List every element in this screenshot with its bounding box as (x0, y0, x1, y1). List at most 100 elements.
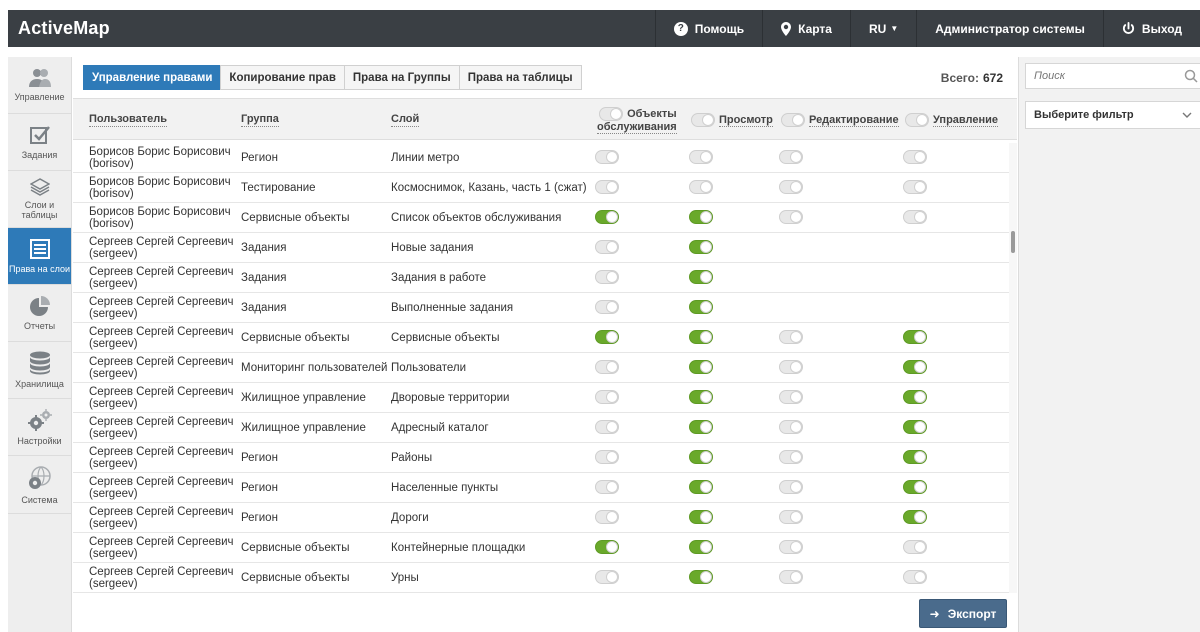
help-button[interactable]: ? Помощь (654, 10, 762, 47)
logout-button[interactable]: Выход (1102, 10, 1200, 47)
edit-toggle[interactable] (779, 210, 803, 224)
sidebar-item-settings[interactable]: Настройки (8, 399, 71, 456)
layer-cell: Дворовые территории (391, 391, 510, 404)
manage-toggle[interactable] (903, 450, 927, 464)
view-toggle[interactable] (689, 180, 713, 194)
view-toggle[interactable] (689, 150, 713, 164)
service-objects-toggle[interactable] (595, 270, 619, 284)
group-cell: Сервисные объекты (241, 331, 350, 344)
manage-toggle[interactable] (903, 330, 927, 344)
service-objects-toggle[interactable] (595, 390, 619, 404)
manage-toggle[interactable] (903, 510, 927, 524)
user-cell: Сергеев Сергей Сергеевич (sergeev) (89, 353, 239, 382)
service-objects-toggle[interactable] (595, 420, 619, 434)
scrollbar-thumb[interactable] (1011, 231, 1015, 253)
group-cell: Тестирование (241, 181, 316, 194)
manage-toggle[interactable] (903, 390, 927, 404)
map-button[interactable]: Карта (762, 10, 850, 47)
column-group[interactable]: Группа (241, 99, 279, 141)
edit-toggle[interactable] (779, 150, 803, 164)
scrollbar[interactable] (1009, 143, 1017, 593)
manage-toggle[interactable] (903, 360, 927, 374)
service-objects-toggle[interactable] (595, 210, 619, 224)
edit-toggle[interactable] (779, 450, 803, 464)
service-objects-header-toggle[interactable] (599, 106, 624, 121)
edit-toggle[interactable] (779, 480, 803, 494)
service-objects-toggle[interactable] (595, 240, 619, 254)
view-toggle[interactable] (689, 390, 713, 404)
sidebar-item-reports[interactable]: Отчеты (8, 285, 71, 342)
total-count: Всего: 672 (941, 71, 1003, 85)
service-objects-toggle[interactable] (595, 480, 619, 494)
sidebar-item-system[interactable]: Система (8, 456, 71, 514)
sidebar-item-layer-rights[interactable]: Права на слои (8, 228, 71, 285)
tab-table-rights[interactable]: Права на таблицы (458, 65, 582, 90)
tab-copy-rights[interactable]: Копирование прав (220, 65, 345, 90)
edit-toggle[interactable] (779, 570, 803, 584)
service-objects-toggle[interactable] (595, 360, 619, 374)
view-toggle[interactable] (689, 330, 713, 344)
language-dropdown[interactable]: RU ▼ (849, 10, 916, 47)
user-full-name: Сергеев Сергей Сергеевич (89, 535, 234, 548)
manage-toggle[interactable] (903, 150, 927, 164)
view-toggle[interactable] (689, 360, 713, 374)
sidebar-item-storage[interactable]: Хранилища (8, 342, 71, 399)
manage-toggle[interactable] (903, 420, 927, 434)
manage-toggle[interactable] (903, 570, 927, 584)
view-toggle[interactable] (689, 300, 713, 314)
view-header-toggle[interactable] (691, 113, 715, 127)
edit-toggle[interactable] (779, 360, 803, 374)
service-objects-toggle[interactable] (595, 540, 619, 554)
app-title[interactable]: ActiveMap (8, 18, 655, 39)
service-objects-toggle[interactable] (595, 330, 619, 344)
service-objects-toggle[interactable] (595, 150, 619, 164)
edit-toggle[interactable] (779, 180, 803, 194)
view-toggle[interactable] (689, 540, 713, 554)
sidebar-item-management[interactable]: Управление (8, 57, 71, 114)
column-layer[interactable]: Слой (391, 99, 420, 141)
manage-toggle[interactable] (903, 540, 927, 554)
view-toggle[interactable] (689, 240, 713, 254)
user-menu[interactable]: Администратор системы (916, 10, 1103, 47)
service-objects-toggle[interactable] (595, 300, 619, 314)
view-toggle[interactable] (689, 450, 713, 464)
tab-group-rights[interactable]: Права на Группы (343, 65, 460, 90)
manage-toggle[interactable] (903, 210, 927, 224)
group-cell: Сервисные объекты (241, 571, 350, 584)
edit-toggle[interactable] (779, 390, 803, 404)
service-objects-toggle[interactable] (595, 180, 619, 194)
column-service-objects: Объекты обслуживания (597, 99, 677, 141)
service-objects-toggle[interactable] (595, 570, 619, 584)
user-cell: Сергеев Сергей Сергеевич (sergeev) (89, 413, 239, 442)
column-user[interactable]: Пользователь (89, 99, 168, 141)
edit-toggle[interactable] (779, 330, 803, 344)
view-toggle[interactable] (689, 510, 713, 524)
group-cell: Жилищное управление (241, 391, 366, 404)
view-toggle[interactable] (689, 210, 713, 224)
export-button[interactable]: ➜ Экспорт (919, 599, 1007, 628)
edit-toggle[interactable] (779, 420, 803, 434)
view-toggle[interactable] (689, 480, 713, 494)
sidebar-item-tasks[interactable]: Задания (8, 114, 71, 171)
manage-toggle[interactable] (903, 180, 927, 194)
total-label: Всего: (940, 71, 979, 85)
manage-header-toggle[interactable] (905, 113, 929, 127)
user-full-name: Сергеев Сергей Сергеевич (89, 295, 234, 308)
search-icon[interactable] (1184, 69, 1198, 83)
service-objects-toggle[interactable] (595, 450, 619, 464)
search-input[interactable] (1032, 69, 1172, 83)
table-row: Сергеев Сергей Сергеевич (sergeev) Регион Д… (73, 503, 1009, 533)
sidebar-item-layers[interactable]: Слои и таблицы (8, 171, 71, 228)
view-toggle[interactable] (689, 420, 713, 434)
manage-toggle[interactable] (903, 480, 927, 494)
edit-toggle[interactable] (779, 510, 803, 524)
service-objects-toggle[interactable] (595, 510, 619, 524)
tab-manage-rights[interactable]: Управление правами (83, 65, 222, 90)
edit-toggle[interactable] (779, 540, 803, 554)
filter-select[interactable]: Выберите фильтр (1025, 101, 1200, 129)
group-cell: Регион (241, 511, 278, 524)
edit-header-toggle[interactable] (781, 113, 805, 127)
user-login: (borisov) (89, 157, 134, 170)
view-toggle[interactable] (689, 570, 713, 584)
view-toggle[interactable] (689, 270, 713, 284)
